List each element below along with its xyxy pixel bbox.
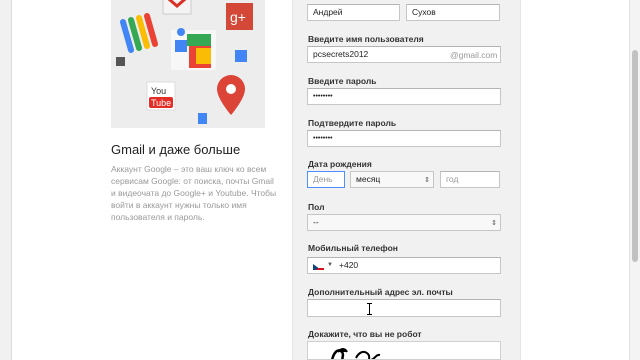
phone-input[interactable]: ▼ +420 (307, 257, 501, 274)
small-app-icon (116, 57, 125, 66)
google-logo-icon (171, 28, 216, 70)
birth-month-value: месяц (356, 174, 381, 184)
svg-text:You: You (151, 86, 166, 96)
captcha-image (307, 341, 501, 360)
docs-icon (198, 113, 207, 124)
chevron-down-icon[interactable]: ▼ (327, 258, 333, 273)
scrollbar-thumb[interactable] (632, 50, 638, 262)
birth-year-input[interactable]: год (440, 171, 500, 188)
last-name-input[interactable]: Сухов (406, 4, 500, 21)
promo-description: Аккаунт Google – это ваш ключ ко всем се… (111, 164, 277, 222)
birth-day-input[interactable]: День (307, 171, 345, 188)
svg-text:g+: g+ (230, 9, 246, 25)
czech-flag-icon[interactable] (313, 262, 324, 270)
google-plus-icon: g+ (226, 3, 253, 30)
google-services-collage: g+ You Tube (111, 0, 265, 128)
gender-select[interactable]: -- ⇕ (307, 214, 501, 231)
phone-value: +420 (339, 260, 359, 270)
gmail-domain-suffix: @gmail.com (450, 50, 498, 60)
gmail-icon (162, 0, 192, 15)
birthdate-label: Дата рождения (308, 159, 372, 169)
captcha-glyphs (330, 348, 381, 359)
alt-email-input[interactable] (307, 299, 501, 317)
vertical-scrollbar[interactable] (629, 0, 640, 360)
window-left-edge (0, 0, 12, 360)
updown-arrow-icon: ⇕ (491, 220, 497, 227)
birth-day-placeholder: День (313, 174, 333, 184)
first-name-input[interactable]: Андрей (307, 4, 400, 21)
gender-label: Пол (308, 202, 325, 212)
alt-email-label: Дополнительный адрес эл. почты (308, 287, 453, 297)
password-label: Введите пароль (308, 76, 377, 86)
text-cursor-icon (367, 303, 372, 315)
calendar-icon (235, 50, 247, 62)
promo-title: Gmail и даже больше (111, 142, 241, 157)
wallet-icon (120, 13, 158, 53)
phone-label: Мобильный телефон (308, 243, 398, 253)
youtube-icon: You Tube (146, 81, 176, 111)
captcha-label: Докажите, что вы не робот (308, 329, 422, 339)
birth-month-select[interactable]: месяц ⇕ (350, 171, 434, 188)
password-input[interactable]: •••••••• (307, 88, 501, 105)
services-illustration: g+ You Tube (116, 0, 253, 124)
username-label: Введите имя пользователя (308, 34, 424, 44)
svg-text:Tube: Tube (151, 98, 171, 108)
confirm-password-label: Подтвердите пароль (308, 118, 397, 128)
gender-value: -- (313, 217, 319, 227)
updown-arrow-icon: ⇕ (424, 177, 430, 184)
maps-pin-icon (217, 75, 245, 115)
confirm-password-input[interactable]: •••••••• (307, 130, 501, 147)
